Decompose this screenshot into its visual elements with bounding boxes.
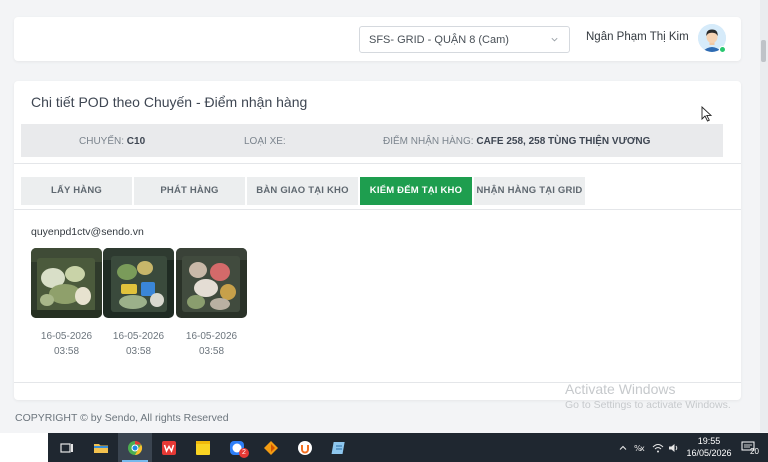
- sticky-notes-icon: [196, 441, 210, 455]
- chrome-icon: [128, 440, 143, 456]
- vehicle-label: LOẠI XE:: [244, 136, 286, 147]
- pod-photo-2-time: 03:58: [125, 346, 152, 357]
- pod-detail-card: Chi tiết POD theo Chuyến - Điểm nhận hàn…: [14, 81, 741, 400]
- pod-photo-3-date: 16-05-2026: [185, 331, 238, 342]
- pod-photo-3-image: [176, 248, 247, 318]
- vehicle-info: LOẠI XE:: [244, 136, 286, 147]
- scrollbar[interactable]: [760, 0, 768, 432]
- pod-photo-2-image: [103, 248, 174, 318]
- taskbar-search-area[interactable]: [0, 433, 48, 462]
- tab-handover-warehouse[interactable]: BÀN GIAO TẠI KHO: [247, 177, 358, 205]
- top-header: SFS- GRID - QUẬN 8 (Cam) Ngân Phạm Thị K…: [14, 17, 741, 61]
- pod-photo-1-time: 03:58: [53, 346, 80, 357]
- copyright-text: COPYRIGHT © by Sendo, All rights Reserve…: [15, 412, 229, 424]
- folder-icon: [94, 444, 108, 453]
- notepad-icon: [331, 442, 345, 454]
- pod-photo-2[interactable]: [103, 248, 174, 318]
- notification-count: 20: [750, 447, 759, 456]
- svg-text:x: x: [640, 444, 645, 453]
- pickup-label: ĐIỂM NHẬN HÀNG:: [383, 136, 474, 147]
- trip-label: CHUYẾN:: [79, 136, 125, 147]
- pod-photo-1-timestamp: 16-05-2026 03:58: [31, 329, 102, 359]
- pickup-info: ĐIỂM NHẬN HÀNG: CAFE 258, 258 TÙNG THIỆN…: [383, 136, 650, 147]
- pod-photo-1[interactable]: [31, 248, 102, 318]
- wps-office-icon: [162, 441, 176, 455]
- trip-info: CHUYẾN: C10: [79, 136, 145, 147]
- wifi-icon[interactable]: [652, 442, 664, 454]
- tab-receive-grid[interactable]: NHẬN HÀNG TẠI GRID: [474, 177, 585, 205]
- page-title: Chi tiết POD theo Chuyến - Điểm nhận hàn…: [31, 94, 308, 110]
- mouse-cursor-icon: [701, 106, 713, 122]
- task-view-icon: [60, 443, 73, 453]
- orange-app-icon: [264, 441, 278, 455]
- pod-photo-3-timestamp: 16-05-2026 03:58: [176, 329, 247, 359]
- task-view-button[interactable]: [50, 433, 84, 462]
- pod-photo-1-date: 16-05-2026: [40, 331, 93, 342]
- taskbar-clock[interactable]: 19:55 16/05/2026: [686, 435, 732, 459]
- taskbar-chrome[interactable]: [118, 433, 152, 462]
- tray-chevron-up-icon[interactable]: [618, 443, 628, 453]
- taskbar-wps-office[interactable]: [152, 433, 186, 462]
- clock-date: 16/05/2026: [686, 448, 732, 458]
- location-select[interactable]: SFS- GRID - QUẬN 8 (Cam): [359, 26, 570, 53]
- zalo-badge: 2: [239, 448, 249, 458]
- trip-info-bar: CHUYẾN: C10 LOẠI XE: ĐIỂM NHẬN HÀNG: CAF…: [21, 124, 723, 157]
- activate-windows-subtitle: Go to Settings to activate Windows.: [565, 399, 731, 411]
- pod-photo-3-time: 03:58: [198, 346, 225, 357]
- trip-value: C10: [126, 136, 146, 147]
- pod-tabs: LẤY HÀNG PHÁT HÀNG BÀN GIAO TẠI KHO KIỂM…: [14, 163, 741, 210]
- pod-photo-1-image: [31, 248, 102, 318]
- tab-delivery[interactable]: PHÁT HÀNG: [134, 177, 245, 205]
- tab-pickup[interactable]: LẤY HÀNG: [21, 177, 132, 205]
- taskbar-app-orange[interactable]: [254, 433, 288, 462]
- ultraviewer-icon: [298, 441, 312, 455]
- scrollbar-thumb[interactable]: [761, 40, 766, 62]
- taskbar-ultraviewer[interactable]: [288, 433, 322, 462]
- pod-photo-3[interactable]: [176, 248, 247, 318]
- tab-count-warehouse[interactable]: KIỂM ĐẾM TẠI KHO: [360, 177, 472, 205]
- uploader-email: quyenpd1ctv@sendo.vn: [31, 226, 144, 238]
- taskbar-file-explorer[interactable]: [84, 433, 118, 462]
- ime-indicator[interactable]: % x: [634, 442, 648, 462]
- online-status-dot: [719, 46, 726, 53]
- taskbar-notepad[interactable]: [322, 433, 356, 462]
- taskbar-sticky-notes[interactable]: [186, 433, 220, 462]
- pod-photo-2-timestamp: 16-05-2026 03:58: [103, 329, 174, 359]
- volume-icon[interactable]: [668, 442, 680, 454]
- activate-windows-title: Activate Windows: [565, 381, 676, 397]
- pickup-value: CAFE 258, 258 TÙNG THIỆN VƯƠNG: [476, 136, 651, 147]
- user-name[interactable]: Ngân Phạm Thị Kim: [586, 31, 689, 43]
- chevron-down-icon: [551, 37, 558, 42]
- location-select-value: SFS- GRID - QUẬN 8 (Cam): [369, 34, 509, 46]
- clock-time: 19:55: [697, 436, 721, 446]
- windows-taskbar: 2 % x 19:55 16/05/2026 20: [0, 433, 768, 462]
- ime-icon: % x: [634, 444, 645, 453]
- pod-photo-2-date: 16-05-2026: [112, 331, 165, 342]
- taskbar-zalo[interactable]: 2: [220, 433, 254, 462]
